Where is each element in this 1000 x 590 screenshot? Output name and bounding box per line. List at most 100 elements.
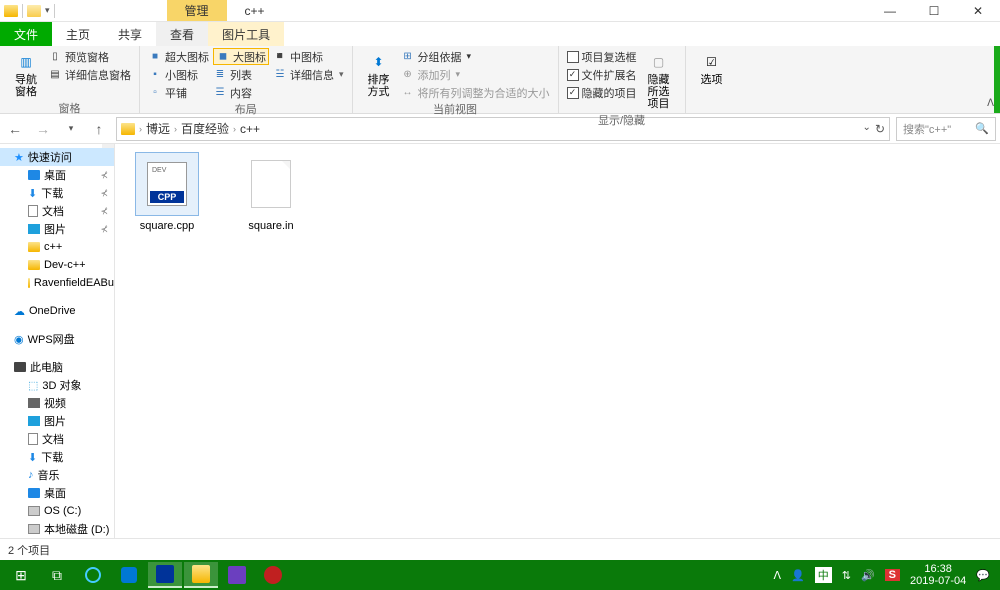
file-item-cpp[interactable]: square.cpp — [127, 152, 207, 232]
layout-large[interactable]: ◼大图标 — [213, 48, 269, 65]
recent-locations-button[interactable]: ▾ — [60, 118, 82, 140]
tree-ravenfield[interactable]: RavenfieldEABu — [0, 274, 114, 292]
details-icon: ▤ — [48, 68, 62, 82]
breadcrumb-segment[interactable]: 百度经验 — [181, 120, 229, 137]
tree-label: RavenfieldEABu — [34, 277, 114, 289]
tree-pc-documents[interactable]: 文档 — [0, 430, 114, 448]
tray-volume-icon[interactable]: 🔊 — [861, 569, 875, 582]
tree-pc-desktop[interactable]: 桌面 — [0, 484, 114, 502]
taskbar-edge[interactable] — [112, 562, 146, 588]
minimize-button[interactable]: — — [868, 0, 912, 22]
forward-button[interactable]: → — [32, 118, 54, 140]
tree-downloads[interactable]: ⬇下载⊀ — [0, 184, 114, 202]
options-button[interactable]: ☑ 选项 — [694, 48, 730, 88]
tree-pictures[interactable]: 图片⊀ — [0, 220, 114, 238]
layout-list[interactable]: ≣列表 — [213, 66, 269, 83]
tray-ime-s[interactable]: S — [885, 569, 900, 581]
tree-onedrive[interactable]: ☁OneDrive — [0, 302, 114, 320]
tab-view[interactable]: 查看 — [156, 22, 208, 46]
ribbon-help[interactable] — [992, 22, 1000, 46]
file-ext-toggle[interactable]: ✓文件扩展名 — [567, 66, 637, 83]
tree-quick-access[interactable]: ★快速访问 — [0, 148, 114, 166]
tray-ime-indicator[interactable]: 中 — [815, 567, 832, 583]
chevron-icon[interactable]: › — [139, 124, 142, 134]
tree-pc-downloads[interactable]: ⬇下载 — [0, 448, 114, 466]
tray-notifications[interactable]: 💬 — [976, 569, 990, 582]
taskbar-explorer[interactable] — [184, 562, 218, 588]
up-button[interactable]: ↑ — [88, 118, 110, 140]
tree-devcpp[interactable]: Dev-c++ — [0, 256, 114, 274]
tray-people[interactable]: 👤 — [791, 569, 805, 582]
search-box[interactable]: 搜索"c++" 🔍 — [896, 117, 996, 141]
tree-pc-pictures[interactable]: 图片 — [0, 412, 114, 430]
layout-medium[interactable]: ◾中图标 — [273, 48, 344, 65]
layout-icon: ☱ — [273, 68, 287, 82]
preview-pane-button[interactable]: ▯预览窗格 — [48, 48, 131, 65]
layout-icon: ☰ — [213, 86, 227, 100]
tree-desktop[interactable]: 桌面⊀ — [0, 166, 114, 184]
task-view-button[interactable]: ⧉ — [40, 562, 74, 588]
breadcrumb-segment[interactable]: c++ — [240, 122, 260, 136]
layout-content[interactable]: ☰内容 — [213, 84, 269, 101]
layout-small[interactable]: ▪小图标 — [148, 66, 209, 83]
tab-share[interactable]: 共享 — [104, 22, 156, 46]
collapse-ribbon-button[interactable]: ᐱ — [987, 98, 994, 109]
group-by-button[interactable]: ⊞分组依据▾ — [401, 48, 550, 65]
address-bar[interactable]: › 博远 › 百度经验 › c++ ⌄ ↻ — [116, 117, 890, 141]
cpp-file-icon — [147, 162, 187, 206]
start-button[interactable]: ⊞ — [4, 562, 38, 588]
maximize-button[interactable]: ☐ — [912, 0, 956, 22]
hidden-items-toggle[interactable]: ✓隐藏的项目 — [567, 84, 637, 101]
address-dropdown[interactable]: ⌄ — [863, 122, 871, 136]
tree-3d-objects[interactable]: ⬚3D 对象 — [0, 376, 114, 394]
taskbar-app[interactable] — [220, 562, 254, 588]
small-label: 详细信息 — [290, 67, 334, 83]
back-button[interactable]: ← — [4, 118, 26, 140]
taskbar-devcpp[interactable] — [148, 562, 182, 588]
taskbar-ie[interactable] — [76, 562, 110, 588]
navigation-pane-button[interactable]: ▥ 导航窗格 — [8, 48, 44, 100]
title-bar: ▾ 管理 c++ — ☐ ✕ — [0, 0, 1000, 22]
small-label: 内容 — [230, 85, 252, 101]
chevron-icon[interactable]: › — [233, 124, 236, 134]
folder-icon[interactable] — [27, 5, 41, 17]
breadcrumb-segment[interactable]: 博远 — [146, 120, 170, 137]
tree-wps[interactable]: ◉WPS网盘 — [0, 330, 114, 348]
tray-overflow[interactable]: ᐱ — [774, 569, 782, 582]
layout-tiles[interactable]: ▫平铺 — [148, 84, 209, 101]
close-button[interactable]: ✕ — [956, 0, 1000, 22]
details-pane-button[interactable]: ▤详细信息窗格 — [48, 66, 131, 83]
file-list[interactable]: square.cpp square.in — [115, 144, 1000, 538]
tray-clock[interactable]: 16:38 2019-07-04 — [910, 563, 966, 587]
tree-disk-d[interactable]: 本地磁盘 (D:) — [0, 520, 114, 538]
chevron-icon[interactable]: › — [174, 124, 177, 134]
tree-videos[interactable]: 视频 — [0, 394, 114, 412]
file-item-in[interactable]: square.in — [231, 152, 311, 232]
size-columns-button[interactable]: ↔将所有列调整为合适的大小 — [401, 84, 550, 101]
tab-picture-tools[interactable]: 图片工具 — [208, 22, 284, 46]
pin-icon: ⊀ — [100, 224, 108, 235]
tree-this-pc[interactable]: 此电脑 — [0, 358, 114, 376]
navigation-tree[interactable]: ᐱ ★快速访问 桌面⊀ ⬇下载⊀ 文档⊀ 图片⊀ c++ Dev-c++ Rav… — [0, 144, 115, 538]
sort-by-button[interactable]: ⬍ 排序方式 — [361, 48, 397, 100]
layout-extra-large[interactable]: ■超大图标 — [148, 48, 209, 65]
add-columns-button[interactable]: ⊕添加列▾ — [401, 66, 550, 83]
tray-wifi-icon[interactable]: ⇅ — [842, 569, 851, 582]
tab-home[interactable]: 主页 — [52, 22, 104, 46]
group-show-hide: 项目复选框 ✓文件扩展名 ✓隐藏的项目 ▢ 隐藏所选项目 显示/隐藏 — [559, 46, 686, 113]
hide-selected-button[interactable]: ▢ 隐藏所选项目 — [641, 48, 677, 112]
tree-cpp[interactable]: c++ — [0, 238, 114, 256]
item-checkboxes-toggle[interactable]: 项目复选框 — [567, 48, 637, 65]
tab-file[interactable]: 文件 — [0, 22, 52, 46]
taskbar-app[interactable] — [256, 562, 290, 588]
layout-details[interactable]: ☱详细信息▾ — [273, 66, 344, 83]
qat-overflow[interactable]: ▾ — [45, 5, 50, 16]
status-bar: 2 个项目 — [0, 538, 1000, 560]
tree-music[interactable]: ♪音乐 — [0, 466, 114, 484]
refresh-button[interactable]: ↻ — [875, 122, 885, 136]
folder-icon[interactable] — [4, 5, 18, 17]
tree-disk-c[interactable]: OS (C:) — [0, 502, 114, 520]
tree-documents[interactable]: 文档⊀ — [0, 202, 114, 220]
scroll-indicator — [994, 46, 1000, 113]
layout-icon: ▫ — [148, 86, 162, 100]
